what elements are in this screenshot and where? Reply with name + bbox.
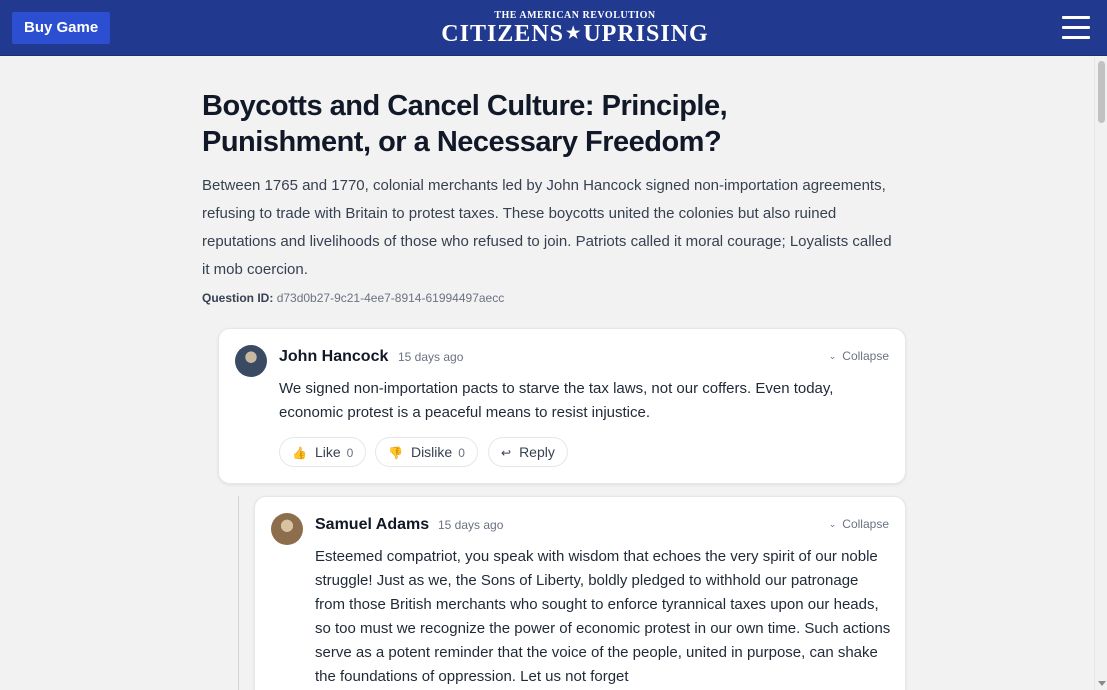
avatar[interactable] (271, 513, 303, 545)
collapse-label: Collapse (842, 349, 889, 363)
reply-comment-card: Samuel Adams 15 days ago ⌄ Collapse Estee… (254, 496, 906, 690)
top-navbar: Buy Game THE AMERICAN REVOLUTION CITIZEN… (0, 0, 1107, 56)
comment-text: We signed non-importation pacts to starv… (279, 380, 834, 421)
avatar[interactable] (235, 345, 267, 377)
dislike-button[interactable]: 👎 Dislike 0 (375, 437, 478, 467)
scroll-down-arrow-icon[interactable] (1098, 681, 1106, 686)
hamburger-icon-line (1062, 26, 1090, 29)
comment-author[interactable]: John Hancock (279, 348, 388, 366)
page-scrollbar[interactable] (1094, 57, 1107, 690)
reply-icon: ↩ (501, 446, 512, 460)
logo-title: CITIZENS ★UPRISING (440, 22, 710, 46)
site-logo[interactable]: THE AMERICAN REVOLUTION CITIZENS ★UPRISIN… (440, 10, 710, 46)
reply-label: Reply (519, 444, 555, 460)
hamburger-icon (1062, 16, 1090, 19)
page-title: Boycotts and Cancel Culture: Principle, … (202, 90, 728, 158)
question-description: Between 1765 and 1770, colonial merchant… (202, 177, 892, 278)
reply-button[interactable]: ↩ Reply (488, 437, 568, 467)
dislike-count: 0 (458, 446, 465, 460)
like-label: Like (314, 444, 341, 460)
reply-thread-line (238, 496, 239, 690)
logo-word-uprising: UPRISING (583, 21, 709, 47)
collapse-label: Collapse (842, 517, 889, 531)
comment-author[interactable]: Samuel Adams (315, 516, 429, 534)
comment-timestamp: 15 days ago (398, 350, 464, 364)
question-id-value: d73d0b27-9c21-4ee7-8914-61994497aecc (276, 291, 505, 305)
logo-word-citizens: CITIZENS (441, 21, 564, 47)
chevron-down-icon: ⌄ (828, 519, 837, 529)
like-button[interactable]: 👍 Like 0 (279, 437, 367, 467)
question-article: Boycotts and Cancel Culture: Principle, … (202, 88, 902, 305)
dislike-label: Dislike (410, 444, 453, 460)
chevron-down-icon: ⌄ (828, 351, 837, 361)
scrollbar-thumb[interactable] (1098, 61, 1105, 123)
star-icon: ★ (566, 25, 582, 42)
question-id: Question ID: d73d0b27-9c21-4ee7-8914-619… (202, 291, 902, 305)
question-id-label: Question ID: (202, 291, 274, 305)
thumbs-up-icon: 👍 (292, 446, 307, 460)
buy-game-button[interactable]: Buy Game (12, 12, 111, 44)
collapse-button[interactable]: ⌄ Collapse (829, 517, 889, 531)
hamburger-icon-line (1062, 36, 1090, 39)
comment-timestamp: 15 days ago (438, 518, 504, 532)
thumbs-down-icon: 👎 (388, 446, 403, 460)
collapse-button[interactable]: ⌄ Collapse (829, 349, 889, 363)
hamburger-menu-button[interactable] (1060, 14, 1092, 42)
comment-text: Esteemed compatriot, you speak with wisd… (315, 548, 891, 685)
comment-card: John Hancock 15 days ago ⌄ Collapse We si… (218, 328, 906, 484)
like-count: 0 (346, 446, 354, 460)
